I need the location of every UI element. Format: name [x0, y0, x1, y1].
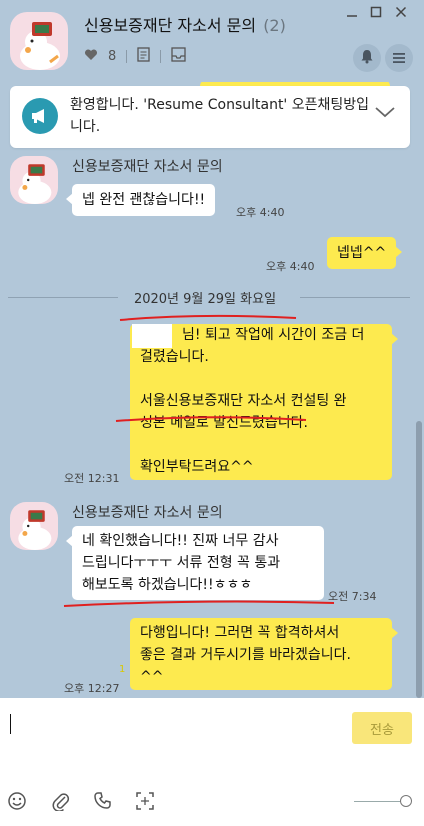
- red-annotation-marks: [63, 314, 335, 607]
- transparency-slider[interactable]: [354, 801, 406, 802]
- slider-handle[interactable]: [400, 795, 412, 807]
